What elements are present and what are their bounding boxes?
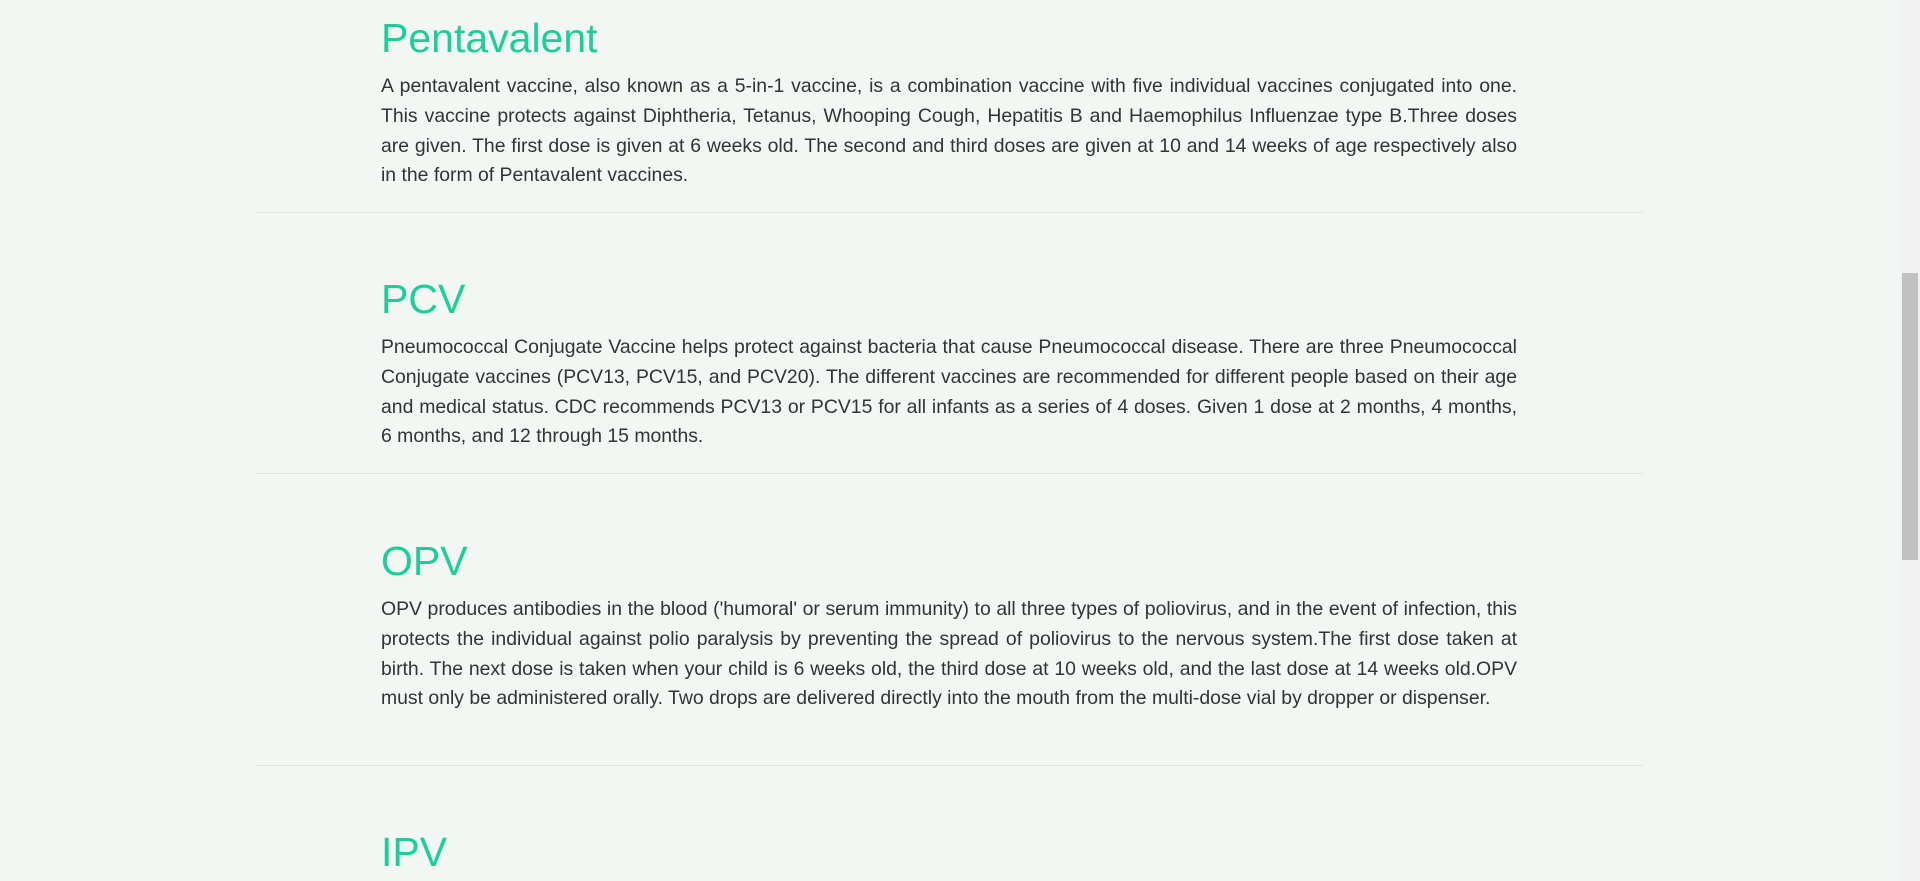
section-divider: [256, 212, 1643, 213]
vaccine-description: A pentavalent vaccine, also known as a 5…: [381, 75, 1517, 187]
page: Pentavalent A pentavalent vaccine, also …: [0, 0, 1900, 881]
section-divider: [256, 765, 1643, 766]
scrollbar-thumb[interactable]: [1902, 273, 1918, 560]
vaccine-section-ipv: IPV: [381, 828, 1517, 876]
vaccine-description: OPV produces antibodies in the blood ('h…: [381, 598, 1517, 710]
vaccine-section-pentavalent: Pentavalent A pentavalent vaccine, also …: [381, 14, 1517, 191]
vertical-scrollbar[interactable]: [1900, 0, 1920, 881]
vaccine-title: IPV: [381, 829, 448, 875]
vaccine-description: Pneumococcal Conjugate Vaccine helps pro…: [381, 336, 1517, 448]
vaccine-title: Pentavalent: [381, 15, 598, 61]
vaccine-section-pcv: PCV Pneumococcal Conjugate Vaccine helps…: [381, 275, 1517, 452]
section-divider: [256, 473, 1643, 474]
vaccine-title: OPV: [381, 538, 468, 584]
vaccine-title: PCV: [381, 276, 466, 322]
vaccine-section-opv: OPV OPV produces antibodies in the blood…: [381, 537, 1517, 714]
